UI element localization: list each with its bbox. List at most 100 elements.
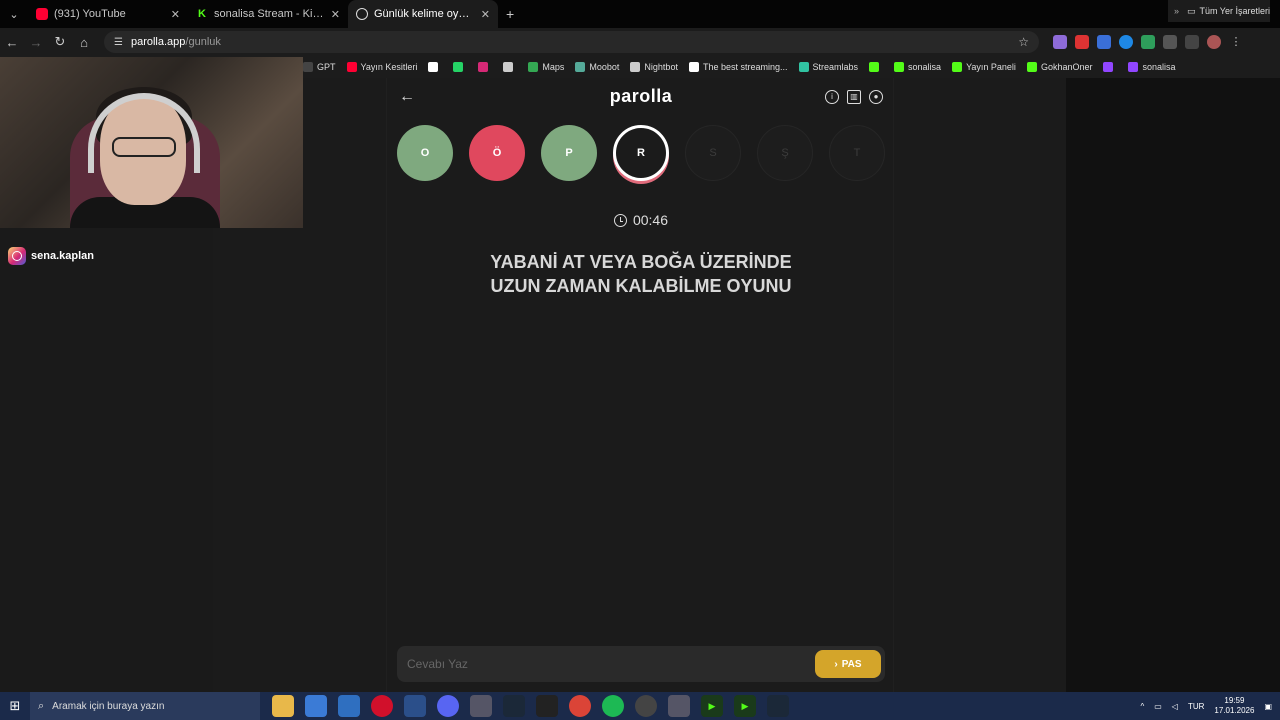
- bookmark-icon: [528, 62, 539, 72]
- url-path: /gunluk: [185, 36, 221, 48]
- app-icon[interactable]: [404, 695, 426, 717]
- store-icon[interactable]: [305, 695, 327, 717]
- letter-circle-pending: S: [685, 125, 741, 181]
- profile-avatar[interactable]: [1207, 35, 1221, 49]
- bookmark-item[interactable]: GPT: [303, 62, 336, 72]
- steam-icon[interactable]: [767, 695, 789, 717]
- extension-icon[interactable]: [1097, 35, 1111, 49]
- taskbar-search[interactable]: ⌕ Aramak için buraya yazın: [30, 692, 260, 720]
- forward-icon[interactable]: →: [24, 35, 48, 50]
- stats-icon[interactable]: ▥: [847, 90, 861, 104]
- tab-search-icon[interactable]: ⌄: [0, 8, 28, 21]
- game-header: ← parolla i ▥ ●: [387, 78, 895, 118]
- all-bookmarks[interactable]: » ▭ Tüm Yer İşaretleri: [1167, 0, 1270, 22]
- tab-parolla[interactable]: Günlük kelime oyunu - paro ✕: [348, 0, 498, 28]
- back-icon[interactable]: ←: [0, 35, 24, 50]
- bookmark-item[interactable]: Nightbot: [630, 62, 678, 72]
- extension-icon[interactable]: [1075, 35, 1089, 49]
- letter-circle-correct: O: [397, 125, 453, 181]
- url-field[interactable]: ☰ parolla.app /gunluk ☆: [104, 31, 1039, 53]
- bookmark-item[interactable]: Yayın Paneli: [952, 62, 1016, 72]
- app-icon[interactable]: [668, 695, 690, 717]
- network-icon[interactable]: ▭: [1154, 702, 1162, 711]
- extension-icon[interactable]: [1141, 35, 1155, 49]
- bookmark-icon: [428, 62, 439, 72]
- extension-icon[interactable]: [1053, 35, 1067, 49]
- steam-icon[interactable]: [503, 695, 525, 717]
- volume-icon[interactable]: ◁: [1172, 702, 1178, 711]
- menu-icon[interactable]: ⋮: [1229, 35, 1243, 49]
- bookmark-label: GokhanOner: [1040, 62, 1093, 72]
- bookmark-item[interactable]: [503, 62, 517, 72]
- home-icon[interactable]: ⌂: [72, 35, 96, 50]
- left-panel: [0, 228, 213, 692]
- puzzle-icon[interactable]: [1163, 35, 1177, 49]
- bookmark-item[interactable]: [869, 62, 883, 72]
- bookmark-item[interactable]: Streamlabs: [798, 62, 858, 72]
- bookmark-item[interactable]: Moobot: [575, 62, 619, 72]
- overflow-chevron-icon[interactable]: »: [1174, 6, 1179, 16]
- app-icon[interactable]: [470, 695, 492, 717]
- media-icon[interactable]: [1185, 35, 1199, 49]
- tab-title: sonalisa Stream - Kick Dashboa: [214, 8, 325, 20]
- discord-icon[interactable]: [437, 695, 459, 717]
- opera-icon[interactable]: [371, 695, 393, 717]
- bookmark-icon: [503, 62, 514, 72]
- bookmark-item[interactable]: Yayın Kesitleri: [346, 62, 417, 72]
- letter-circle-pending: T: [829, 125, 885, 181]
- bookmark-item[interactable]: GokhanOner: [1026, 62, 1093, 72]
- bookmark-item[interactable]: Maps: [528, 62, 564, 72]
- bookmark-label: Moobot: [589, 62, 620, 72]
- answer-input[interactable]: [397, 646, 815, 682]
- bookmark-item[interactable]: sonalisa: [894, 62, 941, 72]
- letter-circle-current: R: [613, 125, 669, 181]
- bookmark-item[interactable]: [453, 62, 467, 72]
- bookmark-label: The best streaming...: [702, 62, 788, 72]
- instagram-tag: sena.kaplan: [8, 247, 94, 265]
- mail-icon[interactable]: [338, 695, 360, 717]
- spotify-icon[interactable]: [602, 695, 624, 717]
- bookmark-icon: [575, 62, 586, 72]
- user-icon[interactable]: ●: [869, 90, 883, 104]
- reload-icon[interactable]: ↻: [48, 34, 72, 50]
- bookmark-label: GPT: [317, 62, 336, 72]
- close-icon[interactable]: ✕: [171, 8, 180, 21]
- close-icon[interactable]: ✕: [481, 8, 490, 21]
- windows-start-icon[interactable]: ⊞: [0, 698, 30, 714]
- clock-date: 17.01.2026: [1214, 706, 1255, 715]
- close-icon[interactable]: ✕: [331, 8, 340, 21]
- bookmark-item[interactable]: [428, 62, 442, 72]
- chrome-icon[interactable]: [569, 695, 591, 717]
- tab-strip: ⌄ (931) YouTube ✕ K sonalisa Stream - Ki…: [0, 0, 1280, 28]
- bookmark-item[interactable]: [1103, 62, 1117, 72]
- bookmark-item[interactable]: [478, 62, 492, 72]
- obs-icon[interactable]: [635, 695, 657, 717]
- pass-label: PAS: [841, 658, 862, 670]
- bookmark-label: sonalisa: [908, 62, 942, 72]
- bookmark-item[interactable]: The best streaming...: [688, 62, 788, 72]
- kick-app-icon[interactable]: ▶: [734, 695, 756, 717]
- info-icon[interactable]: i: [825, 90, 839, 104]
- tray-chevron-icon[interactable]: ^: [1140, 702, 1144, 711]
- bookmark-label: Maps: [542, 62, 565, 72]
- chevron-right-icon: ›: [834, 658, 838, 670]
- site-info-icon[interactable]: ☰: [114, 37, 123, 48]
- bookmark-icon: [1026, 62, 1037, 72]
- bookmark-item[interactable]: sonalisa: [1128, 62, 1176, 72]
- globe-icon: [356, 8, 368, 20]
- tab-title: Günlük kelime oyunu - paro: [374, 8, 475, 20]
- file-explorer-icon[interactable]: [272, 695, 294, 717]
- bookmark-star-icon[interactable]: ☆: [1018, 35, 1029, 49]
- epic-games-icon[interactable]: [536, 695, 558, 717]
- extension-icon[interactable]: [1119, 35, 1133, 49]
- new-tab-icon[interactable]: +: [506, 6, 514, 22]
- bookmark-label: sonalisa: [1142, 62, 1176, 72]
- tab-kick-dashboard[interactable]: K sonalisa Stream - Kick Dashboa ✕: [188, 0, 348, 28]
- notification-icon[interactable]: ▣: [1264, 702, 1272, 711]
- webcam-overlay: [0, 57, 303, 228]
- language-indicator[interactable]: TUR: [1188, 702, 1204, 711]
- pass-button[interactable]: › PAS: [815, 650, 881, 678]
- taskbar-clock[interactable]: 19:59 17.01.2026: [1214, 696, 1254, 716]
- tab-youtube[interactable]: (931) YouTube ✕: [28, 0, 188, 28]
- kick-app-icon[interactable]: ▶: [701, 695, 723, 717]
